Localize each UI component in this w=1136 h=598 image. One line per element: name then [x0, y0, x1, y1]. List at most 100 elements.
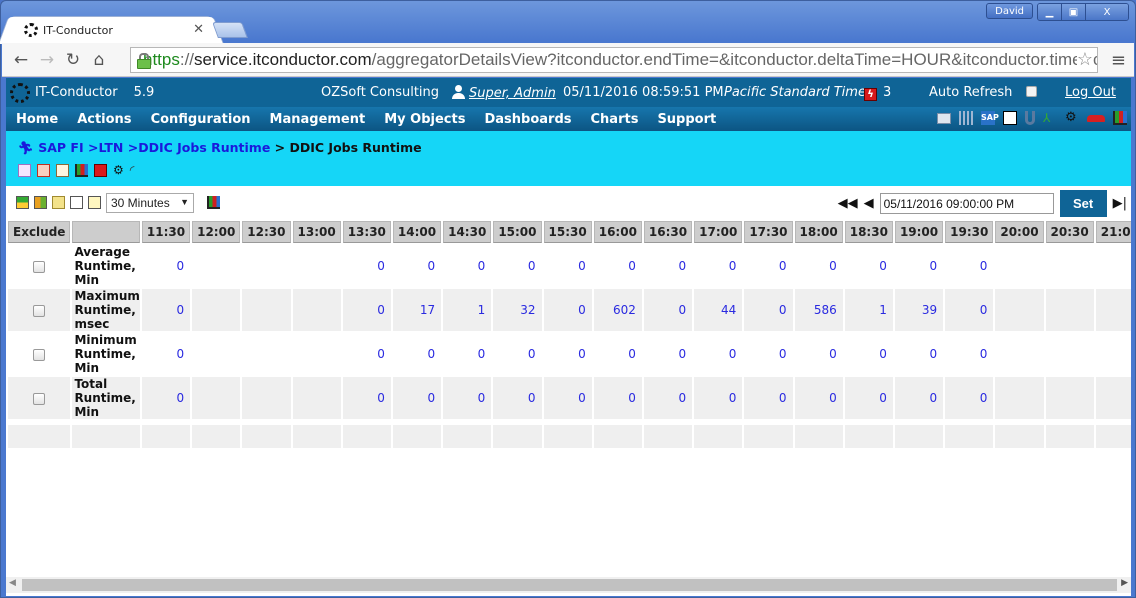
metric-value[interactable]: 0	[794, 377, 843, 419]
browser-menu-icon[interactable]: ≡	[1111, 50, 1126, 71]
metric-value[interactable]: 0	[895, 245, 943, 287]
minimize-icon[interactable]: ▁	[1038, 4, 1062, 20]
back-icon[interactable]: ←	[8, 50, 34, 70]
close-tab-icon[interactable]: ✕	[193, 22, 204, 37]
metric-value[interactable]: 0	[493, 333, 541, 375]
metric-value[interactable]: 0	[895, 333, 943, 375]
metric-value[interactable]: 0	[945, 333, 993, 375]
home-icon[interactable]: ⌂	[86, 50, 112, 70]
metric-value[interactable]: 0	[894, 377, 944, 419]
metric-value[interactable]: 0	[393, 333, 441, 375]
edit-icon[interactable]	[52, 196, 65, 209]
metric-value[interactable]: 0	[544, 333, 592, 375]
metric-value[interactable]: 0	[694, 333, 742, 375]
exclude-checkbox[interactable]	[33, 392, 46, 405]
horizontal-scrollbar[interactable]: ◀ ▶	[6, 577, 1131, 593]
logout-link[interactable]: Log Out	[1065, 85, 1116, 100]
metric-value[interactable]: 0	[945, 245, 993, 287]
gears-icon[interactable]: ⚙	[113, 163, 124, 177]
metric-value[interactable]: 0	[393, 245, 441, 287]
breadcrumb-sap-fi[interactable]: SAP FI	[38, 140, 83, 155]
export-icon[interactable]	[88, 196, 101, 209]
new-tab-button[interactable]	[212, 22, 248, 38]
alert-icon[interactable]	[94, 163, 107, 177]
metric-value[interactable]: 0	[343, 333, 391, 375]
metric-value[interactable]: 602	[593, 289, 642, 331]
set-button[interactable]: Set	[1059, 190, 1107, 217]
nav-support[interactable]: Support	[657, 112, 716, 127]
exclude-checkbox[interactable]	[33, 348, 46, 361]
exclude-checkbox[interactable]	[33, 304, 46, 317]
metric-value[interactable]: 0	[142, 245, 190, 287]
metric-value[interactable]: 0	[644, 333, 692, 375]
breadcrumb-ltn[interactable]: LTN	[98, 140, 123, 155]
metric-value[interactable]: 0	[845, 245, 893, 287]
metric-value[interactable]: 0	[443, 333, 491, 375]
magnet-icon[interactable]	[1025, 111, 1035, 125]
metric-value[interactable]: 0	[342, 377, 391, 419]
metric-value[interactable]: 0	[594, 333, 642, 375]
signal-icon[interactable]: ◜	[130, 163, 135, 177]
nav-charts[interactable]: Charts	[591, 112, 639, 127]
interval-select[interactable]: 30 Minutes ▼	[106, 192, 194, 213]
nav-home[interactable]: Home	[16, 112, 58, 127]
metric-value[interactable]: 0	[392, 377, 442, 419]
metric-value[interactable]: 0	[343, 245, 391, 287]
profile-button[interactable]: David	[986, 3, 1033, 19]
sap-icon[interactable]: SAP	[981, 111, 999, 125]
auto-refresh-checkbox[interactable]	[1026, 86, 1037, 97]
metric-value[interactable]: 0	[795, 333, 843, 375]
alert-config-icon[interactable]	[37, 163, 50, 177]
network-icon[interactable]: ⅄	[1043, 111, 1057, 125]
address-bar[interactable]: https://service.itconductor.com/aggregat…	[130, 47, 1098, 73]
report-icon[interactable]	[70, 196, 83, 209]
metric-value[interactable]: 0	[543, 289, 592, 331]
gears-icon[interactable]: ⚙	[1065, 111, 1079, 125]
metric-value[interactable]: 0	[694, 377, 743, 419]
metric-value[interactable]: 0	[945, 377, 994, 419]
maximize-icon[interactable]: ▣	[1062, 4, 1086, 20]
bar-chart-icon[interactable]	[75, 163, 88, 177]
metric-value[interactable]: 0	[795, 245, 843, 287]
scrollbar-thumb[interactable]	[22, 579, 1117, 591]
scroll-left-icon[interactable]: ◀	[9, 578, 16, 588]
metric-value[interactable]: 0	[594, 245, 642, 287]
nav-management[interactable]: Management	[270, 112, 366, 127]
user-link[interactable]: Super, Admin	[469, 86, 556, 101]
metric-value[interactable]: 0	[493, 377, 542, 419]
exclude-checkbox[interactable]	[33, 260, 46, 273]
bar-chart-icon[interactable]	[1113, 111, 1127, 125]
aggregate-icon[interactable]	[16, 196, 29, 209]
nav-actions[interactable]: Actions	[77, 112, 131, 127]
alerts-button[interactable]: ϟ3	[864, 85, 891, 101]
nav-configuration[interactable]: Configuration	[151, 112, 251, 127]
metric-value[interactable]: 0	[644, 245, 692, 287]
car-icon[interactable]	[1087, 114, 1105, 122]
metric-value[interactable]: 0	[844, 377, 893, 419]
metric-value[interactable]: 1	[443, 289, 492, 331]
metric-value[interactable]: 0	[142, 333, 190, 375]
metric-value[interactable]: 0	[544, 245, 592, 287]
browser-tab[interactable]: IT-Conductor ✕	[11, 16, 211, 43]
metric-value[interactable]: 0	[593, 377, 642, 419]
metric-value[interactable]: 0	[643, 377, 693, 419]
reload-icon[interactable]: ↻	[60, 50, 86, 70]
close-window-icon[interactable]: X	[1086, 4, 1128, 20]
nav-dashboards[interactable]: Dashboards	[484, 112, 571, 127]
metric-value[interactable]: 0	[443, 377, 492, 419]
metric-value[interactable]: 0	[945, 289, 994, 331]
bookmark-star-icon[interactable]: ☆	[1076, 49, 1093, 70]
fast-back-icon[interactable]: ◀◀	[838, 196, 858, 211]
metric-value[interactable]: 0	[845, 333, 893, 375]
refresh-object-icon[interactable]	[18, 163, 31, 177]
metric-value[interactable]: 586	[794, 289, 843, 331]
metric-value[interactable]: 0	[744, 377, 793, 419]
metric-value[interactable]: 39	[894, 289, 944, 331]
nav-my-objects[interactable]: My Objects	[384, 112, 465, 127]
metric-value[interactable]: 0	[643, 289, 693, 331]
metric-value[interactable]: 0	[443, 245, 491, 287]
window-icon[interactable]	[937, 112, 951, 124]
metric-value[interactable]: 0	[694, 245, 742, 287]
forward-icon[interactable]: →	[34, 50, 60, 70]
step-back-icon[interactable]: ◀	[864, 196, 874, 211]
